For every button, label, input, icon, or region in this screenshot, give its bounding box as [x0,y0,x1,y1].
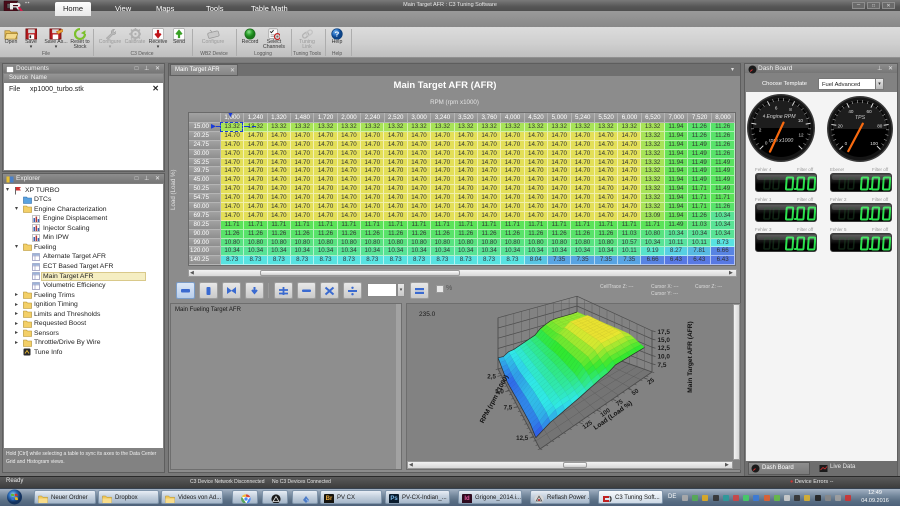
svg-text:40: 40 [848,109,854,114]
svg-text:80: 80 [877,124,883,129]
svg-text:2: 2 [759,127,762,132]
svg-text:10: 10 [798,118,804,123]
svg-text:0: 0 [845,141,848,146]
svg-text:60: 60 [867,109,873,114]
svg-text:Engine RPM: Engine RPM [766,114,796,120]
svg-text:8: 8 [789,107,792,112]
svg-text:20: 20 [838,124,844,129]
svg-text:4: 4 [763,114,766,119]
svg-text:100: 100 [870,141,878,146]
svg-text:rpm x1000: rpm x1000 [769,138,794,144]
svg-text:6: 6 [775,105,778,110]
svg-text:12: 12 [798,132,804,137]
svg-text:0: 0 [765,141,768,146]
svg-text:TPS: TPS [855,115,866,121]
